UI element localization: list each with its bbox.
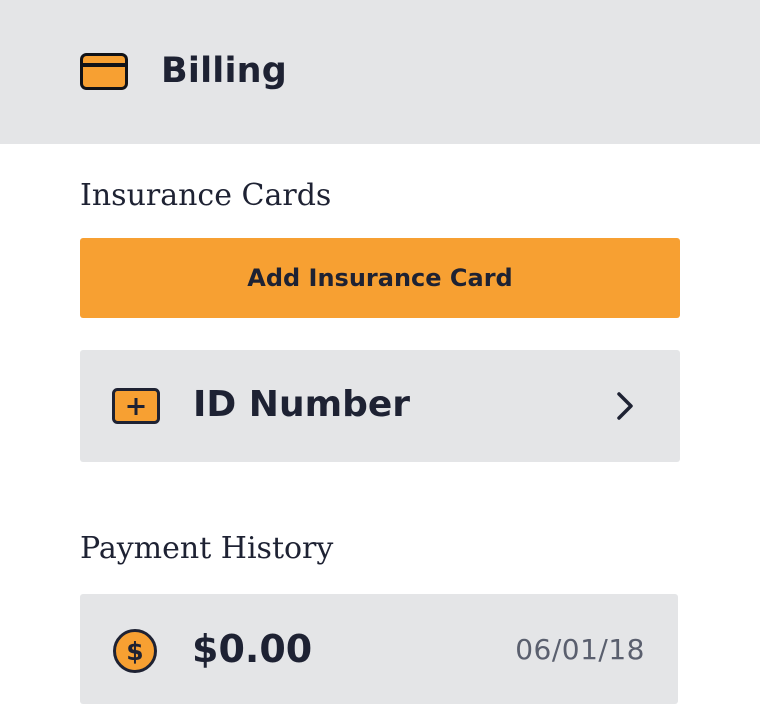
chevron-right-icon (617, 392, 633, 420)
svg-text:$: $ (126, 637, 143, 666)
billing-header: Billing (0, 0, 760, 144)
dollar-icon: $ (113, 629, 157, 673)
payment-history-heading: Payment History (80, 531, 334, 566)
credit-card-icon (80, 53, 128, 90)
add-insurance-card-button[interactable]: Add Insurance Card (80, 238, 680, 318)
payment-amount: $0.00 (192, 627, 313, 671)
insurance-card-item[interactable]: ID Number (80, 350, 680, 462)
payment-date: 06/01/18 (515, 633, 645, 666)
page-title: Billing (161, 51, 288, 91)
insurance-card-label: ID Number (193, 384, 411, 425)
insurance-card-icon (112, 388, 160, 424)
insurance-cards-heading: Insurance Cards (80, 178, 332, 213)
